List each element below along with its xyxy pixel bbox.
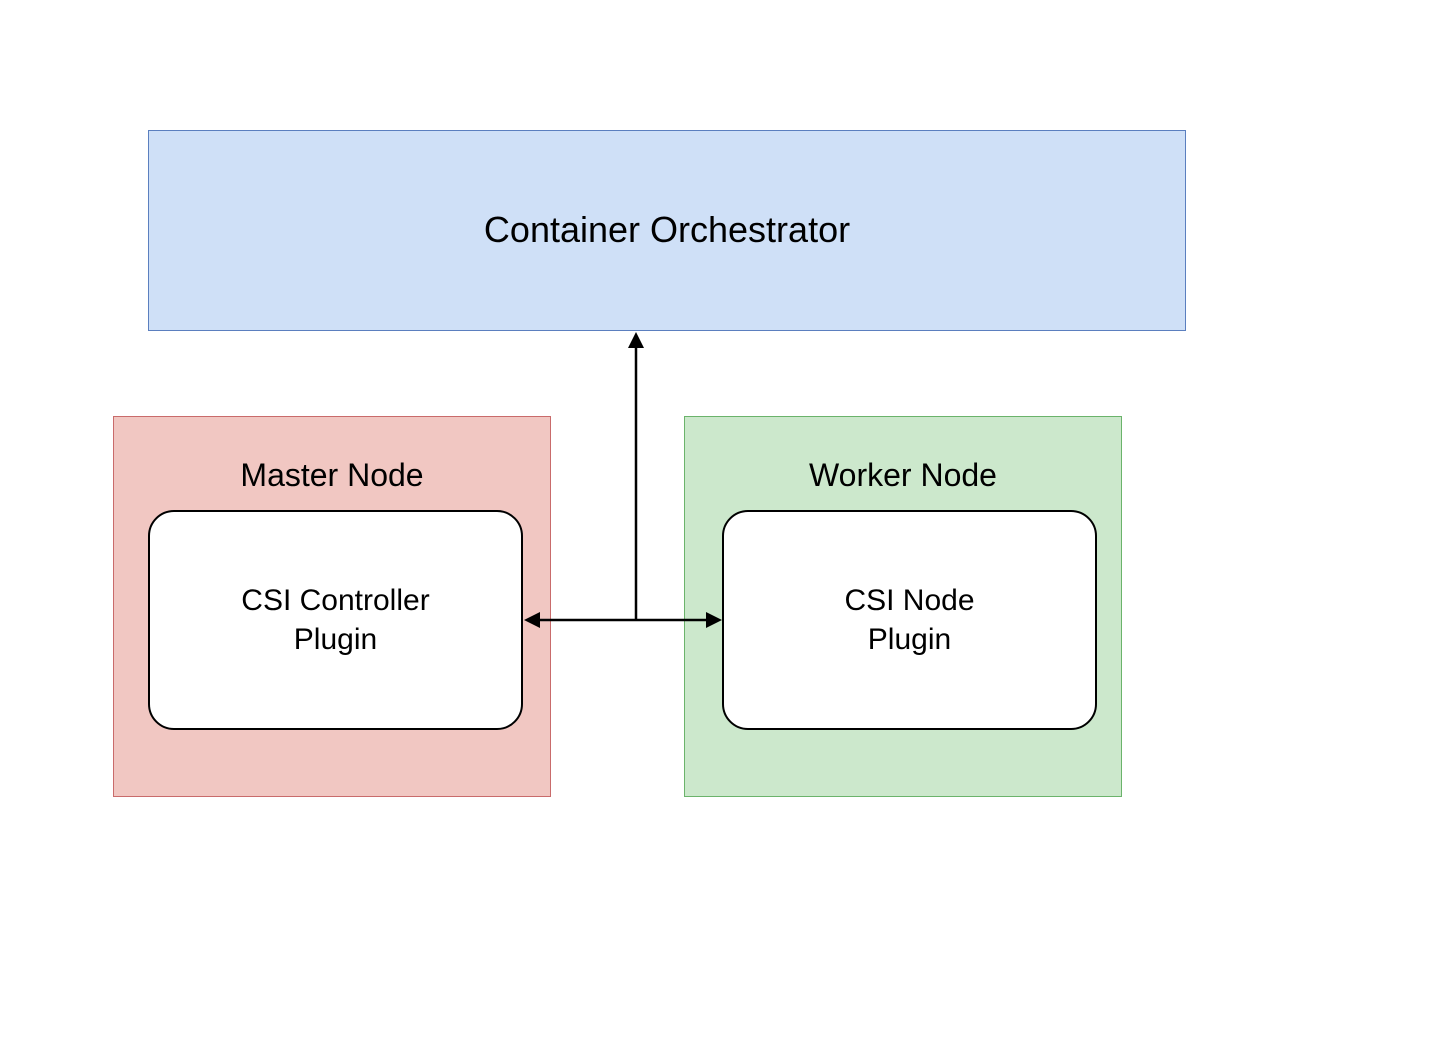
master-node-title: Master Node bbox=[114, 455, 550, 497]
csi-node-plugin-box: CSI Node Plugin bbox=[722, 510, 1097, 730]
csi-node-plugin-line2: Plugin bbox=[868, 623, 951, 656]
container-orchestrator-box: Container Orchestrator bbox=[148, 130, 1186, 331]
container-orchestrator-label: Container Orchestrator bbox=[484, 207, 850, 254]
csi-controller-plugin-line1: CSI Controller bbox=[241, 584, 429, 617]
csi-node-plugin-line1: CSI Node bbox=[844, 584, 974, 617]
architecture-diagram: Container Orchestrator Master Node Worke… bbox=[0, 0, 1444, 1044]
csi-controller-plugin-label: CSI Controller Plugin bbox=[241, 581, 429, 659]
csi-node-plugin-label: CSI Node Plugin bbox=[844, 581, 974, 659]
csi-controller-plugin-box: CSI Controller Plugin bbox=[148, 510, 523, 730]
csi-controller-plugin-line2: Plugin bbox=[294, 623, 377, 656]
worker-node-title: Worker Node bbox=[685, 455, 1121, 497]
